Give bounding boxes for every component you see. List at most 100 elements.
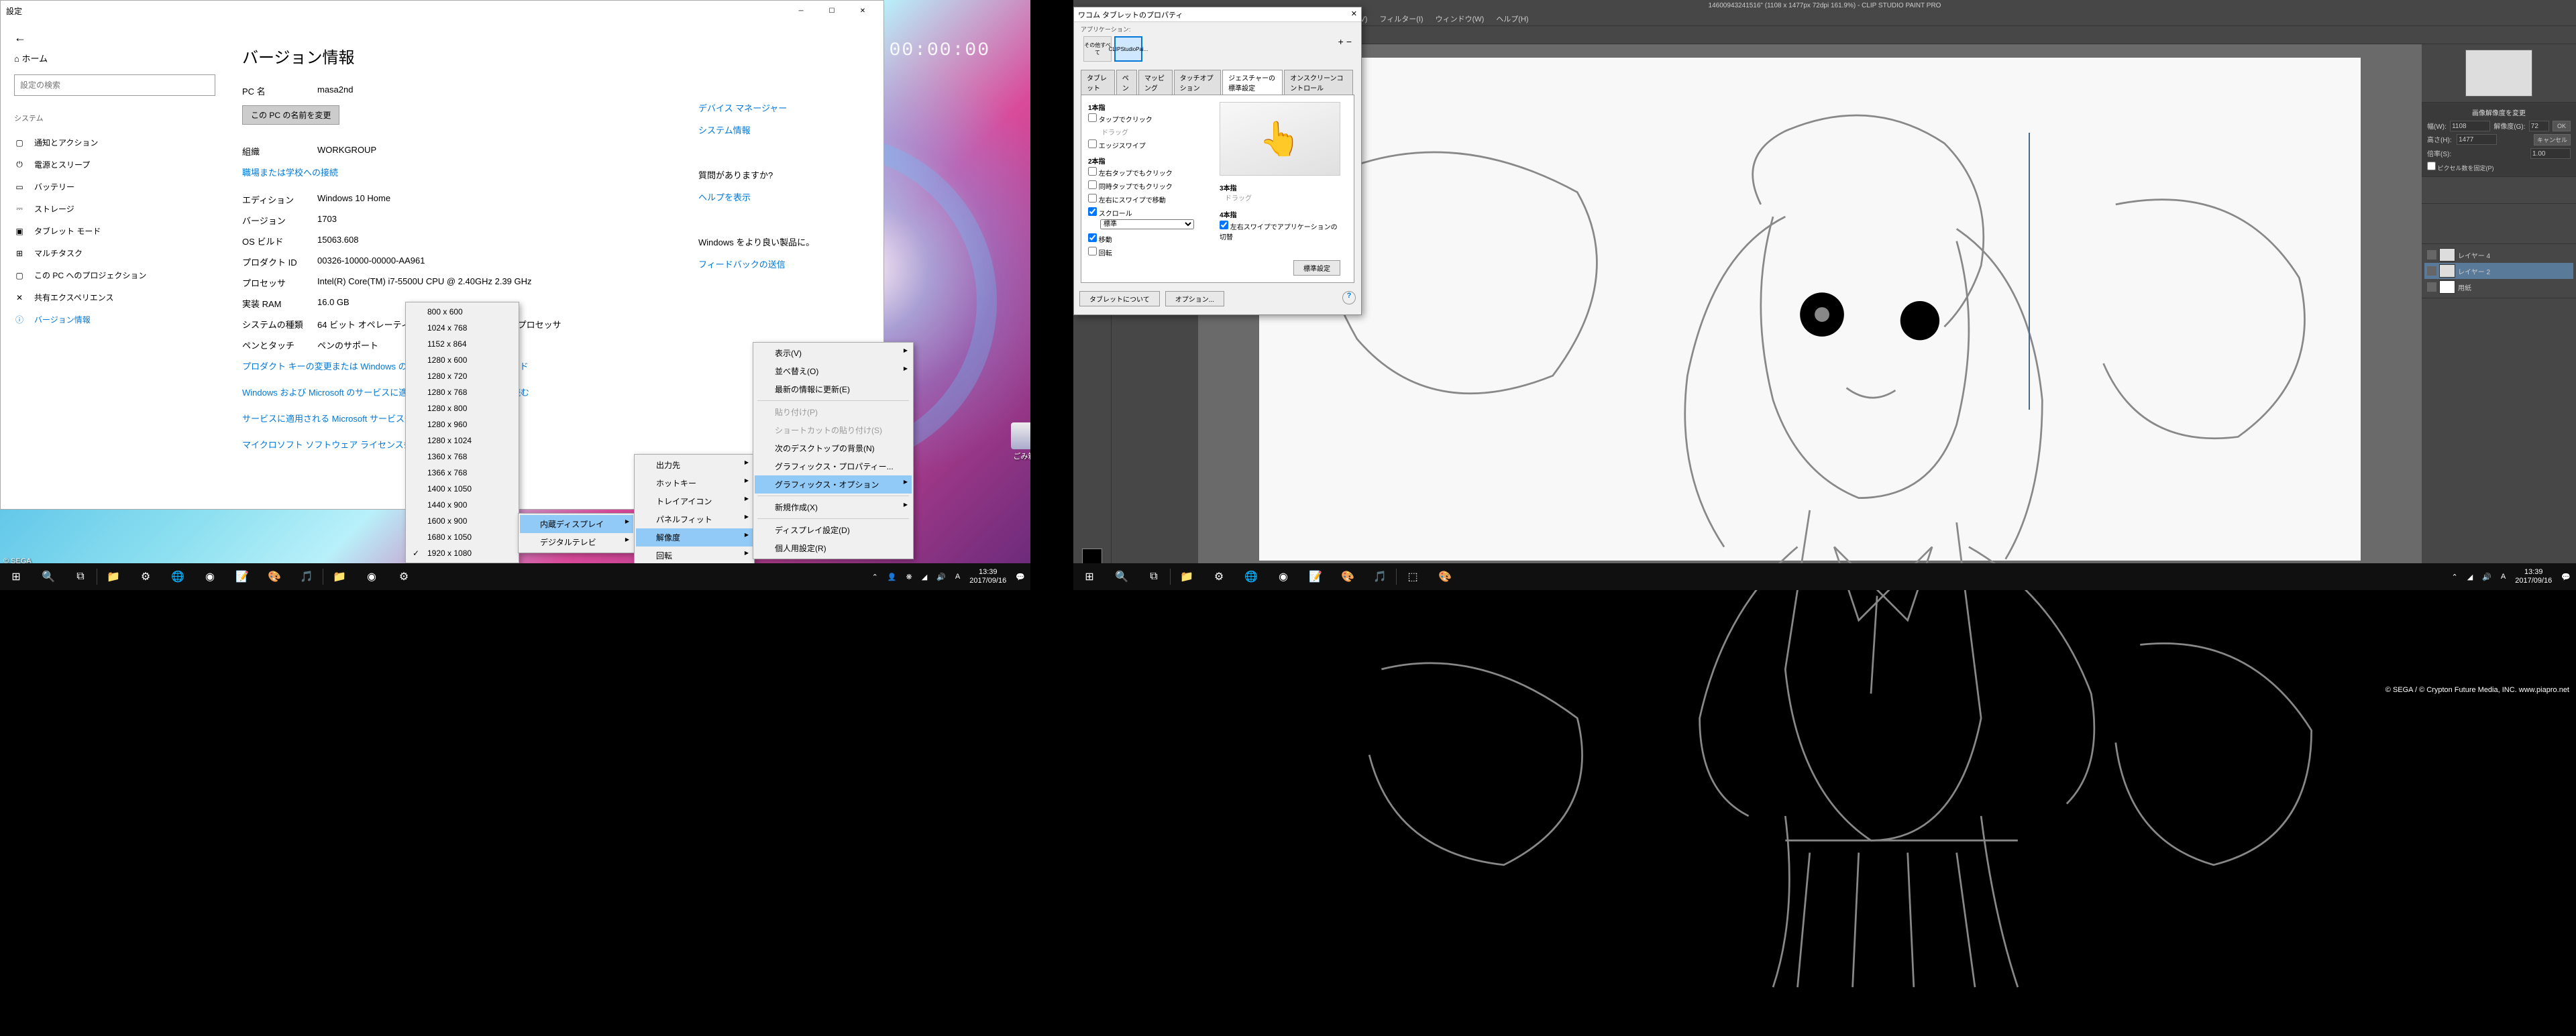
csp-taskbar-icon[interactable]: 🎨 bbox=[1332, 563, 1364, 590]
eye-icon[interactable] bbox=[2427, 250, 2436, 260]
nav-projection[interactable]: ▢この PC へのプロジェクション bbox=[14, 264, 215, 286]
view-item[interactable]: 表示(V) bbox=[755, 344, 912, 362]
tab-tablet[interactable]: タブレット bbox=[1081, 70, 1115, 95]
scroll-select[interactable]: 標準 bbox=[1100, 219, 1194, 229]
rotate-item[interactable]: 回転 bbox=[636, 546, 753, 565]
running-chrome-icon[interactable]: ◉ bbox=[356, 563, 388, 590]
resolution-item[interactable]: 1600 x 900 bbox=[407, 513, 517, 529]
keep-ratio-checkbox[interactable] bbox=[2427, 162, 2436, 170]
resolution-item[interactable]: 1280 x 600 bbox=[407, 352, 517, 368]
maximize-button[interactable]: ☐ bbox=[816, 1, 847, 21]
resolution-item[interactable]: 1680 x 1050 bbox=[407, 529, 517, 545]
back-arrow-icon[interactable]: ← bbox=[14, 31, 215, 45]
edge-swipe-checkbox[interactable] bbox=[1088, 139, 1097, 148]
ime-icon[interactable]: A bbox=[955, 573, 960, 581]
settings-search-input[interactable] bbox=[14, 74, 215, 96]
nav-checkbox[interactable] bbox=[1088, 233, 1097, 242]
tray-arrow-icon[interactable]: ⌃ bbox=[2452, 573, 2458, 581]
recycle-bin-icon[interactable]: ごみ箱 bbox=[1000, 422, 1030, 461]
volume-icon[interactable]: 🔊 bbox=[936, 573, 946, 581]
canvas-paper[interactable] bbox=[1259, 58, 2361, 561]
chrome-icon[interactable]: ◉ bbox=[194, 563, 226, 590]
resolution-item[interactable]: 1280 x 768 bbox=[407, 384, 517, 400]
tray-arrow-icon[interactable]: ⌃ bbox=[872, 573, 878, 581]
internal-display-item[interactable]: 内蔵ディスプレイ bbox=[520, 515, 633, 533]
connect-work-link[interactable]: 職場または学校への接続 bbox=[242, 166, 561, 178]
action-center-icon[interactable]: 💬 bbox=[1016, 573, 1025, 581]
device-manager-link[interactable]: デバイス マネージャー bbox=[698, 101, 814, 114]
people-icon[interactable]: 👤 bbox=[888, 573, 897, 581]
resolution-item[interactable]: 1440 x 900 bbox=[407, 497, 517, 513]
search-button[interactable]: 🔍 bbox=[1106, 563, 1138, 590]
history-panel[interactable] bbox=[2422, 204, 2576, 244]
menu-window[interactable]: ウィンドウ(W) bbox=[1436, 13, 1485, 24]
minimize-button[interactable]: ─ bbox=[786, 1, 816, 21]
nav-multitask[interactable]: ⊞マルチタスク bbox=[14, 242, 215, 264]
hotkey-item[interactable]: ホットキー bbox=[636, 474, 753, 492]
tab-onscreen[interactable]: オンスクリーンコントロール bbox=[1284, 70, 1353, 95]
resolution-item[interactable]: 1360 x 768 bbox=[407, 449, 517, 465]
nav-battery[interactable]: ▭バッテリー bbox=[14, 176, 215, 198]
resolution-item[interactable]: 1024 x 768 bbox=[407, 320, 517, 336]
material-panel[interactable] bbox=[2422, 177, 2576, 204]
layer-thumbnail[interactable] bbox=[2439, 248, 2455, 262]
wacom-titlebar[interactable]: ワコム タブレットのプロパティ ✕ bbox=[1074, 7, 1361, 22]
explorer-icon[interactable]: 📁 bbox=[97, 563, 129, 590]
ime-icon[interactable]: A bbox=[2501, 573, 2506, 581]
explorer-icon[interactable]: 📁 bbox=[1171, 563, 1203, 590]
resolution-item[interactable]: 1280 x 800 bbox=[407, 400, 517, 416]
running-settings-icon[interactable]: ⚙ bbox=[388, 563, 420, 590]
home-link[interactable]: ⌂ ホーム bbox=[14, 52, 215, 64]
resolution-item[interactable]: 1280 x 720 bbox=[407, 368, 517, 384]
nav-storage[interactable]: ⎓ストレージ bbox=[14, 198, 215, 220]
tab-touch[interactable]: タッチオプション bbox=[1174, 70, 1221, 95]
layer-row[interactable]: レイヤー 4 bbox=[2424, 247, 2573, 263]
two-tap-checkbox[interactable] bbox=[1088, 167, 1097, 176]
task-view-button[interactable]: ⧉ bbox=[1138, 563, 1170, 590]
start-button[interactable]: ⊞ bbox=[1073, 563, 1106, 590]
new-item[interactable]: 新規作成(X) bbox=[755, 498, 912, 516]
close-button[interactable]: ✕ bbox=[847, 1, 878, 21]
canvas-area[interactable] bbox=[1198, 44, 2422, 574]
ratio-input[interactable] bbox=[2530, 148, 2571, 159]
running-csp-icon[interactable]: 🎨 bbox=[1429, 563, 1461, 590]
add-app-button[interactable]: + bbox=[1338, 36, 1344, 62]
tray-item[interactable]: トレイアイコン bbox=[636, 492, 753, 510]
nav-shared[interactable]: ✕共有エクスペリエンス bbox=[14, 286, 215, 308]
eye-icon[interactable] bbox=[2427, 266, 2436, 276]
search-button[interactable]: 🔍 bbox=[32, 563, 64, 590]
ruler-guide[interactable] bbox=[2029, 133, 2030, 410]
music-icon[interactable]: 🎵 bbox=[290, 563, 323, 590]
layer-row[interactable]: レイヤー 2 bbox=[2424, 263, 2573, 279]
settings-titlebar[interactable]: 設定 ─ ☐ ✕ bbox=[1, 1, 883, 21]
feedback-link[interactable]: フィードバックの送信 bbox=[698, 257, 814, 270]
nav-about[interactable]: ⓘバージョン情報 bbox=[14, 308, 215, 331]
rename-pc-button[interactable]: この PC の名前を変更 bbox=[242, 105, 339, 125]
resolution-item[interactable]: 1400 x 1050 bbox=[407, 481, 517, 497]
taskbar-clock[interactable]: 13:39 2017/09/16 bbox=[2515, 568, 2552, 585]
two-both-checkbox[interactable] bbox=[1088, 180, 1097, 189]
next-desktop-item[interactable]: 次のデスクトップの背景(N) bbox=[755, 439, 912, 457]
cancel-button[interactable]: キャンセル bbox=[2534, 134, 2571, 146]
menu-help[interactable]: ヘルプ(H) bbox=[1496, 13, 1528, 24]
resolution-item[interactable]: 1366 x 768 bbox=[407, 465, 517, 481]
navigator-thumbnail[interactable] bbox=[2465, 50, 2532, 97]
options-button[interactable]: オプション... bbox=[1165, 291, 1224, 306]
layer-row[interactable]: 用紙 bbox=[2424, 279, 2573, 295]
digital-tv-item[interactable]: デジタルテレビ bbox=[520, 533, 633, 551]
gfx-options-item[interactable]: グラフィックス・オプション bbox=[755, 475, 912, 494]
taskbar-clock[interactable]: 13:39 2017/09/16 bbox=[969, 568, 1006, 585]
help-icon[interactable]: ? bbox=[1342, 291, 1356, 304]
output-item[interactable]: 出力先 bbox=[636, 456, 753, 474]
layer-thumbnail[interactable] bbox=[2439, 280, 2455, 294]
tab-pen[interactable]: ペン bbox=[1116, 70, 1137, 95]
refresh-item[interactable]: 最新の情報に更新(E) bbox=[755, 380, 912, 398]
settings-icon[interactable]: ⚙ bbox=[1203, 563, 1235, 590]
notepad-icon[interactable]: 📝 bbox=[1299, 563, 1332, 590]
sort-item[interactable]: 並べ替え(O) bbox=[755, 362, 912, 380]
settings-icon[interactable]: ⚙ bbox=[129, 563, 162, 590]
panel-fit-item[interactable]: パネルフィット bbox=[636, 510, 753, 528]
eye-icon[interactable] bbox=[2427, 282, 2436, 292]
app-csp-icon[interactable]: CLIPStudioPai... bbox=[1114, 36, 1142, 62]
network-icon[interactable]: ◢ bbox=[2467, 573, 2473, 581]
